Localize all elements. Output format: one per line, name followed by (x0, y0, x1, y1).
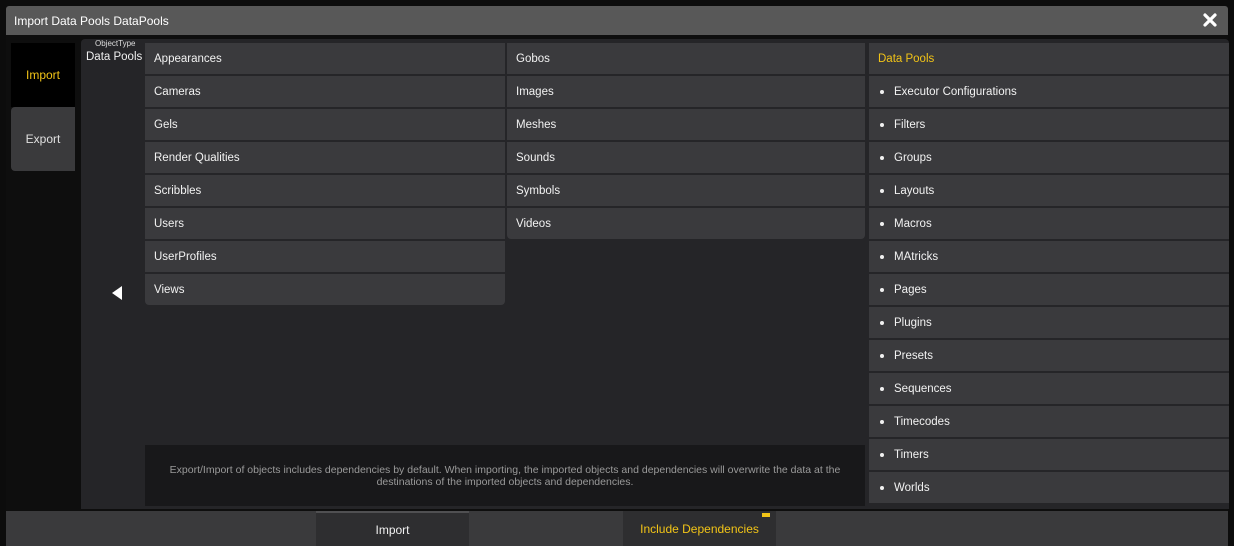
object-type-item-label: Meshes (516, 118, 557, 131)
data-pool-item-label: Worlds (894, 481, 930, 494)
bullet-icon (880, 89, 884, 94)
data-pool-item[interactable]: Plugins (869, 307, 1229, 338)
object-type-item[interactable]: Appearances (145, 43, 505, 74)
object-type-item[interactable]: Gobos (507, 43, 865, 74)
data-pools-column: Data Pools Executor Configurations Filter… (869, 43, 1229, 505)
object-type-item-label: Videos (516, 217, 551, 230)
window-title: Import Data Pools DataPools (14, 13, 169, 28)
data-pool-item[interactable]: MAtricks (869, 241, 1229, 272)
data-pool-item-label: Executor Configurations (894, 85, 1017, 98)
object-type-item[interactable]: Images (507, 76, 865, 107)
bullet-icon (880, 419, 884, 424)
bullet-icon (880, 485, 884, 490)
info-text: Export/Import of objects includes depend… (169, 463, 841, 488)
data-pool-item-label: Sequences (894, 382, 952, 395)
object-type-item-label: Render Qualities (154, 151, 240, 164)
object-type-item[interactable]: Sounds (507, 142, 865, 173)
object-type-item-label: Users (154, 217, 185, 230)
object-type-item-label: Sounds (516, 151, 556, 164)
object-type-item[interactable]: Scribbles (145, 175, 505, 206)
bottom-bar: Import Include Dependencies (6, 511, 1228, 546)
bullet-icon (880, 287, 884, 292)
object-type-value[interactable]: Data Pools (86, 51, 142, 63)
data-pool-item[interactable]: Groups (869, 142, 1229, 173)
bullet-icon (880, 452, 884, 457)
object-type-item-label: Gels (154, 118, 178, 131)
data-pools-header: Data Pools (869, 43, 1229, 74)
data-pool-item-label: Macros (894, 217, 932, 230)
data-pool-item[interactable]: Sequences (869, 373, 1229, 404)
data-pool-item-label: Layouts (894, 184, 935, 197)
data-pool-item[interactable]: Filters (869, 109, 1229, 140)
data-pool-item-label: Timecodes (894, 415, 950, 428)
object-type-item[interactable]: UserProfiles (145, 241, 505, 272)
bullet-icon (880, 254, 884, 259)
bullet-icon (880, 221, 884, 226)
title-bar: Import Data Pools DataPools (6, 6, 1228, 35)
data-pool-item-label: Filters (894, 118, 926, 131)
data-pool-item[interactable]: Presets (869, 340, 1229, 371)
data-pool-item[interactable]: Executor Configurations (869, 76, 1229, 107)
info-text-box: Export/Import of objects includes depend… (145, 445, 865, 506)
import-button[interactable]: Import (316, 511, 469, 546)
data-pool-item[interactable]: Macros (869, 208, 1229, 239)
dialog-body: Import Export ObjectType Data Pools Appe… (6, 35, 1229, 540)
object-type-item[interactable]: Cameras (145, 76, 505, 107)
bullet-icon (880, 122, 884, 127)
data-pool-item-label: Presets (894, 349, 933, 362)
data-pool-item[interactable]: Timecodes (869, 406, 1229, 437)
tab-import[interactable]: Import (11, 43, 75, 107)
toggle-indicator-icon (762, 513, 770, 517)
object-type-item-label: Views (154, 283, 185, 296)
bullet-icon (880, 320, 884, 325)
object-type-item[interactable]: Videos (507, 208, 865, 239)
object-list-column-2: Gobos Images Meshes Sounds Symbols Videos (507, 43, 865, 241)
bullet-icon (880, 353, 884, 358)
object-type-item[interactable]: Render Qualities (145, 142, 505, 173)
data-pools-header-label: Data Pools (878, 52, 935, 65)
object-type-item-label: UserProfiles (154, 250, 217, 263)
bullet-icon (880, 386, 884, 391)
object-type-item-label: Appearances (154, 52, 222, 65)
data-pool-item[interactable]: Pages (869, 274, 1229, 305)
data-pool-item[interactable]: Timers (869, 439, 1229, 470)
object-list-column-1: Appearances Cameras Gels Render Qualities Sc… (145, 43, 505, 307)
data-pool-item-label: MAtricks (894, 250, 939, 263)
tab-import-label: Import (25, 68, 60, 82)
object-type-item-label: Images (516, 85, 554, 98)
object-type-item-label: Symbols (516, 184, 561, 197)
object-type-item[interactable]: Users (145, 208, 505, 239)
data-pool-item-label: Timers (894, 448, 929, 461)
data-pool-item[interactable]: Layouts (869, 175, 1229, 206)
tab-export[interactable]: Export (11, 107, 75, 171)
back-arrow-icon[interactable] (109, 284, 127, 302)
tab-export-label: Export (25, 132, 61, 146)
object-type-item-label: Scribbles (154, 184, 202, 197)
data-pool-item-label: Pages (894, 283, 927, 296)
close-icon[interactable] (1200, 10, 1220, 30)
data-pool-item[interactable]: Worlds (869, 472, 1229, 503)
object-type-item-label: Gobos (516, 52, 550, 65)
data-pool-item-label: Plugins (894, 316, 932, 329)
object-type-item[interactable]: Meshes (507, 109, 865, 140)
object-type-caption: ObjectType (95, 39, 136, 48)
bullet-icon (880, 155, 884, 160)
object-type-item-label: Cameras (154, 85, 201, 98)
object-type-item[interactable]: Symbols (507, 175, 865, 206)
include-dependencies-button[interactable]: Include Dependencies (623, 511, 776, 546)
object-type-item[interactable]: Gels (145, 109, 505, 140)
include-dependencies-label: Include Dependencies (640, 521, 759, 536)
data-pool-item-label: Groups (894, 151, 932, 164)
import-button-label: Import (375, 522, 410, 537)
bullet-icon (880, 188, 884, 193)
object-type-item[interactable]: Views (145, 274, 505, 305)
